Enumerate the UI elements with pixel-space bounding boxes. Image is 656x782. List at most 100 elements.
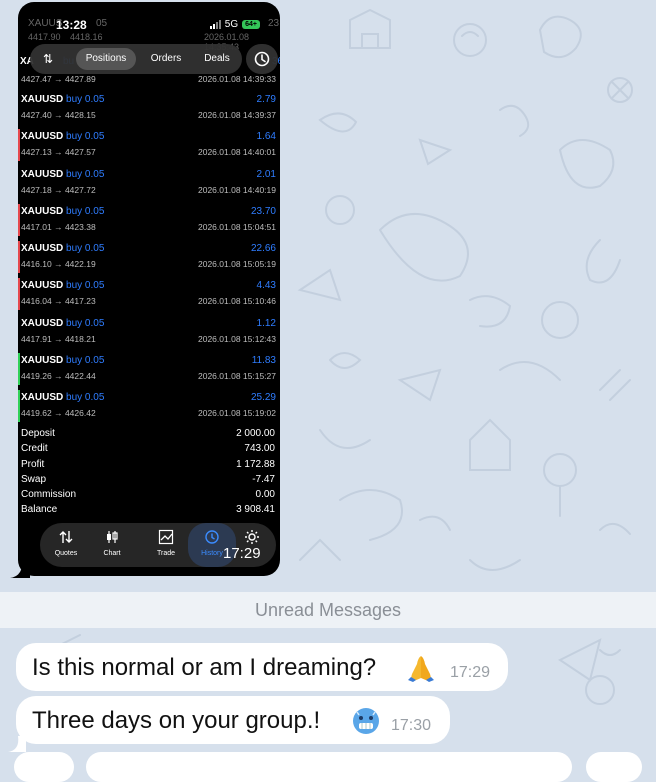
deal-price: 4417.01 → 4423.38	[21, 221, 96, 232]
deal-side: buy 0.05	[66, 243, 105, 255]
deal-date: 2026.01.08 15:10:46	[198, 296, 276, 307]
deal-row[interactable]: XAUUSD buy 0.05 4417.91 → 4418.21 1.12 2026…	[18, 314, 280, 351]
summary-row: Deposit 2 000.00	[21, 428, 275, 443]
unread-label: Unread Messages	[254, 600, 402, 620]
message-time: 17:29	[450, 664, 491, 681]
quotes-icon	[44, 529, 88, 545]
segment-control: XA bu 36 ⇅ Positions Orders Deals	[20, 44, 280, 76]
summary-value: 0.00	[255, 489, 275, 501]
tab-trade[interactable]: Trade	[144, 523, 188, 567]
deal-profit: 2.01	[256, 168, 276, 180]
tab-orders[interactable]: Orders	[140, 48, 192, 70]
ghost-text: 4418.16	[70, 32, 103, 42]
deal-symbol: XAUUSD buy 0.05	[21, 168, 105, 180]
tab-deals[interactable]: Deals	[194, 48, 240, 70]
battery-icon: 64+	[242, 20, 260, 29]
deal-edge-marker	[18, 353, 20, 386]
voice-button[interactable]	[586, 752, 642, 782]
summary-label: Profit	[21, 458, 45, 470]
account-summary: Deposit 2 000.00 Credit 743.00 Profit 1 172.8…	[21, 428, 275, 520]
deal-profit: 22.66	[250, 243, 276, 255]
history-icon	[188, 529, 236, 545]
deal-price: 4427.47 → 4427.89	[21, 74, 96, 84]
tab-label: Quotes	[54, 550, 78, 557]
cold-face-icon	[353, 708, 379, 734]
message-time: 17:30	[391, 717, 432, 734]
deal-row[interactable]: XAUUSD buy 0.05 4416.04 → 4417.23 4.43 2026…	[18, 276, 280, 313]
deal-edge-marker	[18, 129, 20, 162]
summary-value: 1 172.88	[236, 458, 275, 470]
network-label: 5G	[224, 19, 239, 30]
deal-date: 2026.01.08 14:40:19	[198, 184, 276, 195]
deal-date: 2026.01.08 14:39:33	[198, 74, 276, 84]
summary-row: Swap -7.47	[21, 474, 275, 489]
tab-positions[interactable]: Positions	[76, 48, 136, 70]
deal-side: buy 0.05	[66, 94, 105, 105]
message-input-field[interactable]	[86, 752, 572, 782]
deal-symbol: XAUUSD buy 0.05	[21, 280, 105, 292]
summary-label: Commission	[21, 489, 77, 501]
deal-edge-marker	[18, 316, 20, 348]
history-clock-button[interactable]	[246, 44, 278, 74]
deal-row[interactable]: XAUUSD buy 0.05 4416.10 → 4422.19 22.66 202…	[18, 239, 280, 276]
deal-price: 4427.18 → 4427.72	[21, 184, 96, 195]
status-bar: XAUUS 05 4417.90 4418.16 2026.01.08 14:3…	[18, 2, 280, 52]
summary-label: Swap	[21, 473, 47, 485]
summary-value: 2 000.00	[236, 428, 275, 439]
deal-price: 4427.13 → 4427.57	[21, 147, 96, 158]
deal-date: 2026.01.08 15:12:43	[198, 333, 276, 344]
message-text: Is this normal or am I dreaming?	[32, 654, 377, 681]
deal-date: 2026.01.08 14:39:37	[198, 110, 276, 120]
deal-row[interactable]: XAUUSD buy 0.05 4427.13 → 4427.57 1.64 2026…	[18, 127, 280, 164]
sort-icon[interactable]: ⇅	[40, 51, 56, 67]
message-text: Three days on your group.!	[32, 707, 321, 734]
deal-side: buy 0.05	[66, 168, 105, 180]
deal-price: 4427.40 → 4428.15	[21, 110, 96, 120]
message-bubble[interactable]: Three days on your group.! 17:30	[16, 696, 450, 744]
deal-symbol: XAUUSD buy 0.05	[21, 131, 105, 143]
candles-icon	[90, 529, 134, 545]
message-time: 17:29	[223, 545, 261, 562]
deal-date: 2026.01.08 14:40:01	[198, 147, 276, 158]
deal-edge-marker	[18, 390, 20, 423]
deal-row[interactable]: XAUUSD buy 0.05 4419.62 → 4426.42 25.29 202…	[18, 388, 280, 425]
attach-button[interactable]	[14, 752, 74, 782]
deal-profit: 23.70	[250, 205, 276, 217]
ghost-text: 05	[96, 18, 108, 29]
deal-row[interactable]: XAUUSD buy 0.05 4427.18 → 4427.72 2.01 2026…	[18, 165, 280, 202]
tab-label: Trade	[156, 550, 176, 557]
summary-value: -7.47	[252, 473, 275, 485]
trading-app-screenshot: XAUUS 05 4417.90 4418.16 2026.01.08 14:3…	[18, 2, 280, 576]
deal-profit: 11.83	[251, 355, 276, 367]
summary-row: Credit 743.00	[21, 443, 275, 458]
signal-icon	[209, 20, 221, 29]
deal-row[interactable]: XAUUSD buy 0.05 4417.01 → 4423.38 23.70 202…	[18, 202, 280, 239]
deal-price: 4419.62 → 4426.42	[21, 408, 96, 419]
image-message[interactable]: XAUUS 05 4417.90 4418.16 2026.01.08 14:3…	[10, 2, 282, 578]
deal-edge-marker	[18, 167, 20, 199]
deal-profit: 1.64	[256, 131, 276, 143]
summary-value: 3 908.41	[236, 504, 275, 516]
deal-side: buy 0.05	[66, 280, 105, 292]
deal-row[interactable]: XAUUSD buy 0.05 4419.26 → 4422.44 11.83 202…	[18, 351, 280, 388]
deal-side: buy 0.05	[66, 392, 105, 404]
tab-quotes[interactable]: Quotes	[44, 523, 88, 567]
summary-label: Deposit	[21, 428, 55, 439]
deal-side: buy 0.05	[66, 205, 105, 217]
settings-gear-icon[interactable]	[244, 529, 260, 545]
deal-price: 4416.04 → 4417.23	[21, 296, 96, 307]
deal-date: 2026.01.08 15:04:51	[198, 221, 276, 232]
deal-list: XAUUSD buy 0.05 4427.40 → 4428.15 2.79 2026…	[18, 90, 280, 426]
deal-row[interactable]: XAUUSD buy 0.05 4427.40 → 4428.15 2.79 2026…	[18, 90, 280, 127]
deal-symbol: XAUUSD buy 0.05	[21, 243, 105, 255]
deal-side: buy 0.05	[66, 131, 105, 143]
tab-chart[interactable]: Chart	[90, 523, 134, 567]
trade-chart-icon	[144, 529, 188, 545]
message-bubble[interactable]: Is this normal or am I dreaming? 17:29	[16, 643, 508, 691]
summary-label: Balance	[21, 504, 58, 516]
folded-hands-icon	[408, 656, 434, 682]
deal-price: 4419.26 → 4422.44	[21, 371, 96, 382]
ghost-text: 4417.90	[28, 32, 61, 42]
summary-label: Credit	[21, 443, 48, 455]
deal-edge-marker	[18, 203, 20, 236]
